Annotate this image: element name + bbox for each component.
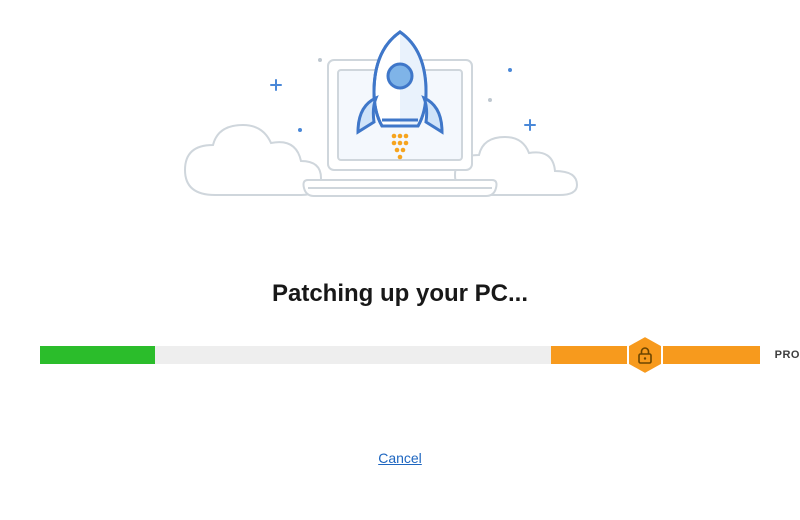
patching-dialog: Patching up your PC... PRO Cancel [0,0,800,520]
lock-icon [637,346,653,364]
lock-badge [625,335,665,375]
rocket-illustration [180,20,620,220]
pro-label: PRO [775,349,800,361]
heading: Patching up your PC... [272,280,528,308]
cancel-button[interactable]: Cancel [378,450,422,466]
progress-bar: PRO [40,346,760,364]
progress-fill-free [40,346,155,364]
rocket-icon [180,20,620,220]
